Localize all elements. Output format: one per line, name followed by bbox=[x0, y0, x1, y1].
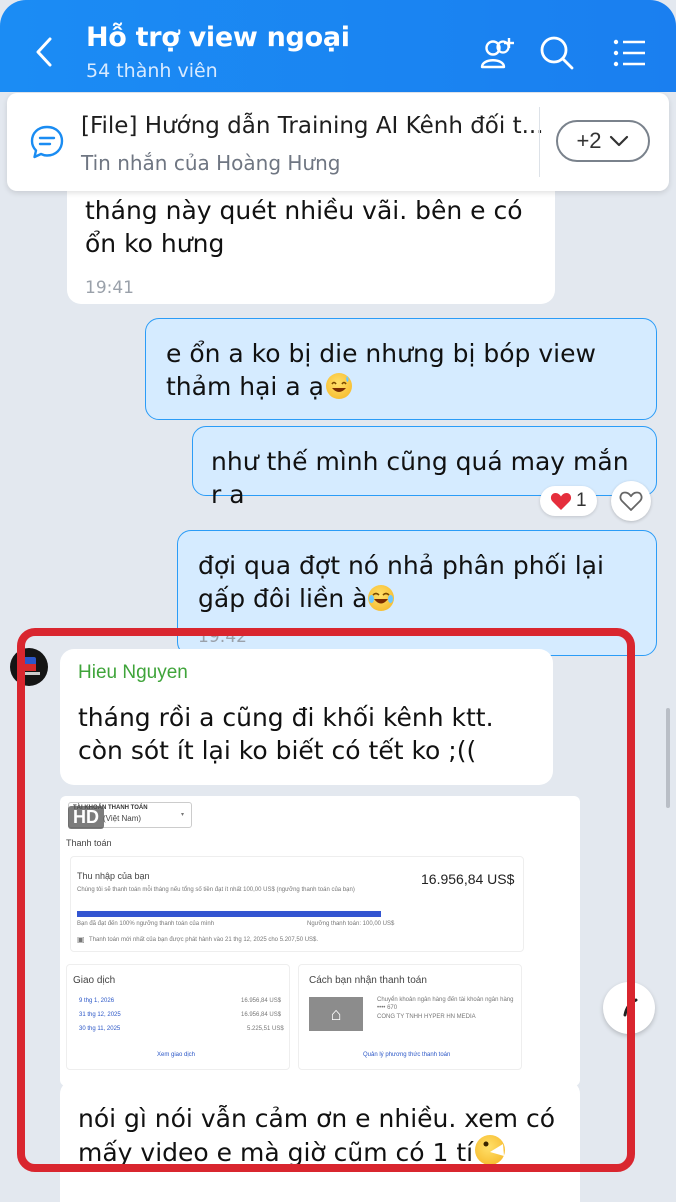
message-time: 19:41 bbox=[85, 278, 134, 298]
scroll-down-button[interactable] bbox=[603, 982, 655, 1034]
progress-bar bbox=[77, 911, 381, 917]
add-member-icon[interactable] bbox=[478, 34, 518, 74]
transaction-amount: 16.956,84 US$ bbox=[241, 998, 282, 1004]
avatar[interactable] bbox=[10, 648, 48, 686]
search-icon[interactable] bbox=[538, 34, 576, 72]
message-bubble[interactable]: đợi qua đợt nó nhả phân phối lại gấp đôi… bbox=[177, 530, 657, 656]
divider bbox=[539, 107, 540, 177]
transactions-link: Xem giao dịch bbox=[157, 1052, 196, 1058]
avatar-logo-icon bbox=[18, 657, 40, 675]
reaction-count: 1 bbox=[576, 490, 587, 511]
message-text: e ổn a ko bị die nhưng bị bóp view thảm … bbox=[166, 339, 596, 401]
transactions-title: Giao dịch bbox=[73, 975, 116, 986]
pinned-subtitle: Tin nhắn của Hoàng Hưng bbox=[81, 151, 341, 175]
payout-card: Cách bạn nhận thanh toán ⌂ Chuyển khoản … bbox=[298, 964, 522, 1070]
menu-list-icon[interactable] bbox=[612, 34, 648, 72]
progress-right-label: Ngưỡng thanh toán: 100,00 US$ bbox=[307, 921, 395, 927]
message-text: tháng rồi a cũng đi khối kênh ktt. còn s… bbox=[78, 703, 494, 765]
payout-line-1: Chuyển khoản ngân hàng đến tài khoản ngâ… bbox=[377, 997, 514, 1003]
income-card: Thu nhập của bạn 16.956,84 US$ Chúng tôi… bbox=[70, 856, 524, 952]
heart-icon bbox=[550, 493, 572, 510]
image-attachment[interactable]: TÀI KHOẢN THANH TOÁN (Việt Nam) ▾ HD Tha… bbox=[60, 796, 580, 1086]
message-text: tháng này quét nhiều vãi. bên e có ổn ko… bbox=[85, 196, 523, 258]
more-pinned-count: +2 bbox=[576, 128, 602, 153]
heart-outline-icon bbox=[619, 491, 643, 511]
more-pinned-button[interactable]: +2 bbox=[556, 120, 650, 162]
joy-emoji bbox=[368, 585, 395, 611]
transaction-date: 30 thg 11, 2025 bbox=[79, 1026, 121, 1032]
calendar-icon: ▣ bbox=[77, 935, 85, 944]
pacman-emoji bbox=[475, 1135, 506, 1165]
payout-line-2: •••• 670 bbox=[377, 1005, 398, 1011]
transaction-amount: 5.225,51 US$ bbox=[247, 1026, 284, 1032]
member-count[interactable]: 54 thành viên bbox=[86, 60, 218, 82]
react-button[interactable] bbox=[611, 481, 651, 521]
chat-bubble-icon bbox=[30, 125, 64, 159]
sweat-smile-emoji bbox=[325, 373, 352, 399]
reaction-badge[interactable]: 1 bbox=[540, 486, 597, 516]
message-text: đợi qua đợt nó nhả phân phối lại gấp đôi… bbox=[198, 551, 604, 613]
bank-icon: ⌂ bbox=[309, 997, 363, 1031]
scrollbar[interactable] bbox=[666, 708, 670, 808]
arrow-curve-icon bbox=[623, 998, 638, 1017]
chat-header: Hỗ trợ view ngoại 54 thành viên bbox=[0, 0, 676, 92]
group-title[interactable]: Hỗ trợ view ngoại bbox=[86, 22, 350, 53]
transactions-card: Giao dịch 9 thg 1, 2026 16.956,84 US$ 31… bbox=[66, 964, 290, 1070]
pinned-title: [File] Hướng dẫn Training AI Kênh đối t.… bbox=[81, 113, 544, 139]
chevron-left-icon bbox=[36, 37, 52, 67]
income-title: Thu nhập của bạn bbox=[77, 871, 150, 881]
income-amount: 16.956,84 US$ bbox=[421, 871, 515, 887]
income-note: Chúng tôi sẽ thanh toán mỗi tháng nếu tổ… bbox=[77, 887, 355, 893]
sender-name[interactable]: Hieu Nguyen bbox=[78, 662, 188, 684]
image-heading: Thanh toán bbox=[66, 838, 112, 848]
payout-title: Cách bạn nhận thanh toán bbox=[309, 975, 427, 986]
dropdown-value: (Việt Nam) bbox=[103, 814, 142, 823]
last-payment-note: Thanh toán mới nhất của bạn được phát hà… bbox=[89, 937, 319, 943]
hd-badge: HD bbox=[68, 806, 104, 829]
transaction-date: 31 thg 12, 2025 bbox=[79, 1012, 121, 1018]
chevron-down-icon bbox=[609, 135, 628, 147]
pinned-message-bar[interactable]: [File] Hướng dẫn Training AI Kênh đối t.… bbox=[7, 93, 669, 191]
message-bubble[interactable]: nói gì nói vẫn cảm ơn e nhiều. xem có mấ… bbox=[60, 1080, 580, 1202]
payout-line-3: CONG TY TNHH HYPER HN MEDIA bbox=[377, 1014, 476, 1020]
progress-left-label: Bạn đã đạt đến 100% ngưỡng thanh toán củ… bbox=[77, 921, 215, 927]
progress-fill bbox=[77, 911, 381, 917]
message-bubble[interactable]: như thế mình cũng quá may mắn r a bbox=[192, 426, 657, 509]
payout-link: Quản lý phương thức thanh toán bbox=[363, 1052, 451, 1058]
back-button[interactable] bbox=[28, 30, 64, 74]
transaction-date: 9 thg 1, 2026 bbox=[79, 998, 115, 1004]
transaction-amount: 16.956,84 US$ bbox=[241, 1012, 282, 1018]
dropdown-caret-icon: ▾ bbox=[181, 812, 185, 818]
message-bubble[interactable]: e ổn a ko bị die nhưng bị bóp view thảm … bbox=[145, 318, 657, 420]
